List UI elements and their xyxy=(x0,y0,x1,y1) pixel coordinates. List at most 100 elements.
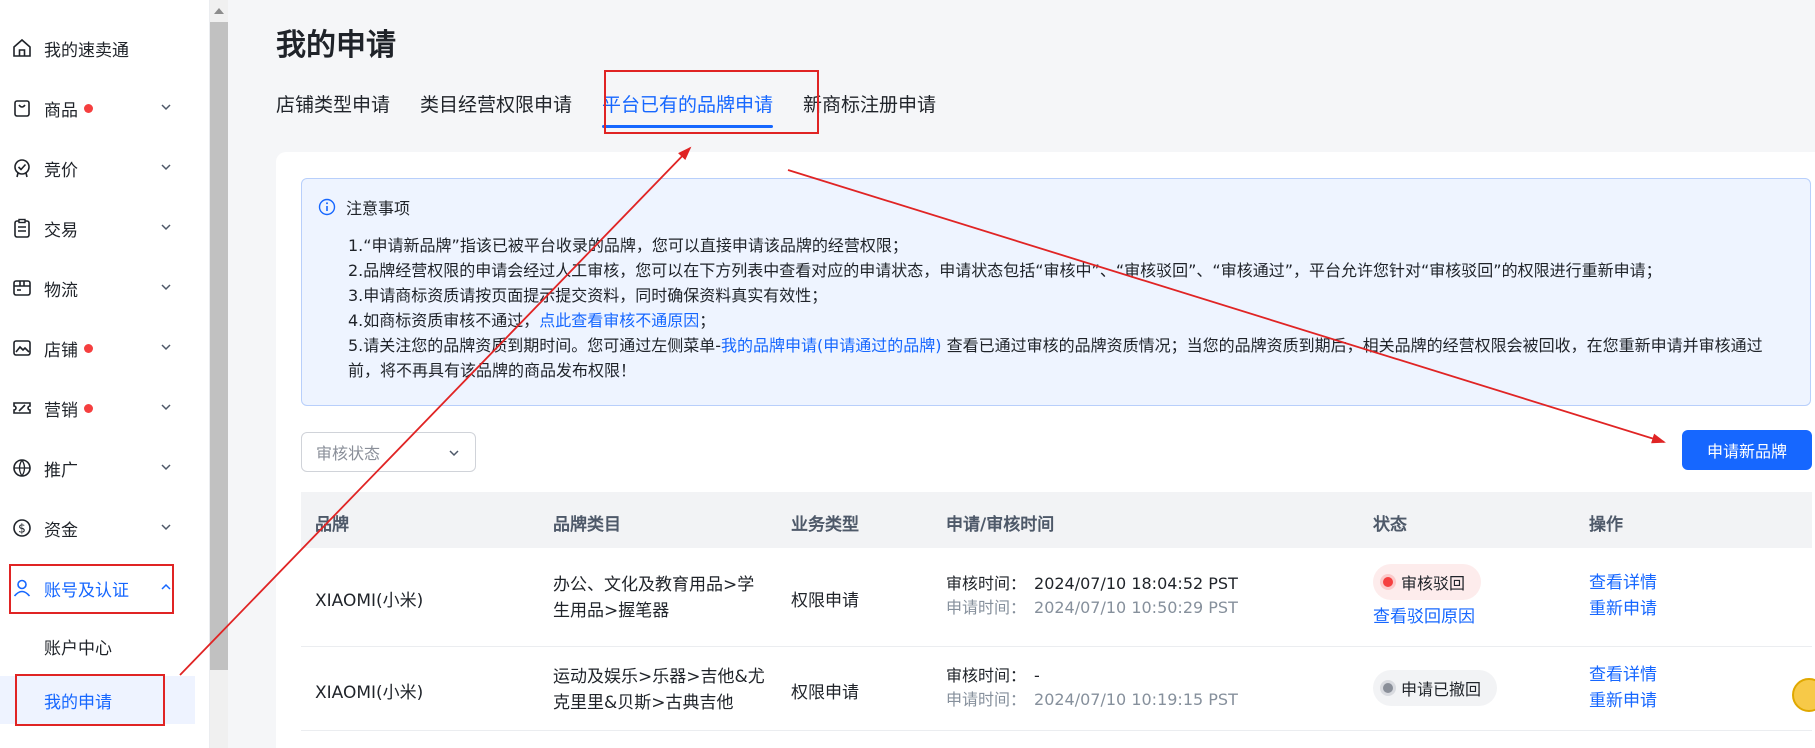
annotation-box-brand-tab xyxy=(604,70,819,134)
status-dot xyxy=(1383,683,1393,693)
globe-ad-icon xyxy=(12,458,32,478)
sidebar: 我的速卖通 商品 竞价 交易 物流 店铺 营销 推广 $ 资金 账号及认证 账户… xyxy=(0,0,210,748)
biz-type-cell: 权限申请 xyxy=(791,591,859,611)
chevron-down-icon xyxy=(161,464,171,471)
home-icon xyxy=(12,38,32,58)
notice-content: 1.“申请新品牌”指该已被平台收录的品牌，您可以直接申请该品牌的经营权限； 2.… xyxy=(348,233,1780,383)
tab-store-type[interactable]: 店铺类型申请 xyxy=(276,82,390,126)
notice-line-3: 3.申请商标资质请按页面提示提交资料，同时确保资料真实有效性； xyxy=(348,286,828,305)
nav-label: 营销 xyxy=(44,400,78,421)
review-time-value: 2024/07/10 18:04:52 PST xyxy=(1034,574,1238,593)
table-row: XIAOMI(小米) 办公、文化及教育用品>学 生用品>握笔器 权限申请 审核时… xyxy=(301,548,1812,647)
apply-time-line: 申请时间： 2024/07/10 10:50:29 PST xyxy=(946,596,1238,620)
scroll-up-arrow-icon[interactable] xyxy=(214,8,224,14)
tab-new-trademark[interactable]: 新商标注册申请 xyxy=(803,82,936,126)
biz-type-cell: 权限申请 xyxy=(791,683,859,703)
notification-dot xyxy=(84,403,93,413)
review-time-value: - xyxy=(1034,666,1040,685)
status-filter-select[interactable]: 审核状态 xyxy=(301,432,476,472)
chevron-down-icon xyxy=(161,224,171,231)
table-row: XIAOMI(小米) 运动及娱乐>乐器>吉他&尤 克里里&贝斯>古典吉他 权限申… xyxy=(301,648,1812,731)
nav-item-logistics[interactable]: 物流 xyxy=(0,262,195,314)
status-badge: 申请已撤回 xyxy=(1373,670,1498,706)
status-dot xyxy=(1383,577,1393,587)
svg-text:$: $ xyxy=(18,522,26,536)
reapply-link[interactable]: 重新申请 xyxy=(1589,596,1657,622)
chevron-down-icon xyxy=(161,524,171,531)
annotation-box-account xyxy=(9,564,174,614)
apply-time-value: 2024/07/10 10:50:29 PST xyxy=(1034,598,1238,617)
category-line: 办公、文化及教育用品>学 xyxy=(553,575,755,595)
chevron-down-icon xyxy=(161,164,171,171)
view-details-link[interactable]: 查看详情 xyxy=(1589,662,1657,688)
nav-item-funds[interactable]: $ 资金 xyxy=(0,502,195,554)
category-cell: 运动及娱乐>乐器>吉他&尤 克里里&贝斯>古典吉他 xyxy=(553,664,765,716)
brand-cell: XIAOMI(小米) xyxy=(315,591,424,611)
reapply-link[interactable]: 重新申请 xyxy=(1589,688,1657,714)
status-text: 申请已撤回 xyxy=(1401,680,1482,699)
notice-header: 注意事项 xyxy=(318,195,410,219)
sidebar-scrollbar[interactable] xyxy=(210,0,228,748)
notice-title: 注意事项 xyxy=(346,199,411,218)
nav-label: 店铺 xyxy=(44,340,78,361)
column-header-brand: 品牌 xyxy=(315,515,349,535)
table-header: 品牌 品牌类目 业务类型 申请/审核时间 状态 操作 xyxy=(301,492,1812,548)
category-cell: 办公、文化及教育用品>学 生用品>握笔器 xyxy=(553,572,754,624)
info-icon xyxy=(318,198,336,216)
nav-label: 商品 xyxy=(44,100,78,121)
nav-item-promotion[interactable]: 推广 xyxy=(0,442,195,494)
sub-item-account-center[interactable]: 账户中心 xyxy=(0,622,195,670)
apply-new-brand-button[interactable]: 申请新品牌 xyxy=(1682,430,1812,470)
scrollbar-thumb[interactable] xyxy=(210,22,228,670)
nav-label: 物流 xyxy=(44,280,78,301)
nav-item-marketing[interactable]: 营销 xyxy=(0,382,195,434)
page-title: 我的申请 xyxy=(276,28,396,63)
column-header-action: 操作 xyxy=(1589,515,1623,535)
dollar-icon: $ xyxy=(12,518,32,538)
time-cell: 审核时间： - 申请时间： 2024/07/10 10:19:15 PST xyxy=(946,664,1238,712)
view-details-link[interactable]: 查看详情 xyxy=(1589,570,1657,596)
status-filter-placeholder: 审核状态 xyxy=(316,444,381,463)
nav-item-bidding[interactable]: 竞价 xyxy=(0,142,195,194)
chevron-down-icon xyxy=(161,104,171,111)
apply-time-label: 申请时间： xyxy=(946,598,1027,617)
time-cell: 审核时间： 2024/07/10 18:04:52 PST 申请时间： 2024/0… xyxy=(946,572,1238,620)
nav-label: 我的速卖通 xyxy=(44,40,129,61)
category-line: 克里里&贝斯>古典吉他 xyxy=(553,693,734,713)
tab-category-permission[interactable]: 类目经营权限申请 xyxy=(420,82,572,126)
view-rejection-reason-link[interactable]: 查看驳回原因 xyxy=(1373,604,1481,630)
column-header-biz-type: 业务类型 xyxy=(791,515,859,535)
action-cell: 查看详情 重新申请 xyxy=(1589,662,1657,714)
column-header-time: 申请/审核时间 xyxy=(946,515,1055,535)
status-cell: 审核驳回 查看驳回原因 xyxy=(1373,564,1482,630)
notification-dot xyxy=(84,343,93,353)
column-header-category: 品牌类目 xyxy=(553,515,621,535)
category-line: 生用品>握笔器 xyxy=(553,601,670,621)
badge-check-icon xyxy=(12,158,32,178)
review-time-label: 审核时间： xyxy=(946,666,1027,685)
my-brand-applications-link[interactable]: 我的品牌申请(申请通过的品牌) xyxy=(721,336,942,355)
nav-item-trade[interactable]: 交易 xyxy=(0,202,195,254)
status-cell: 申请已撤回 xyxy=(1373,670,1498,706)
action-cell: 查看详情 重新申请 xyxy=(1589,570,1657,622)
clipboard-icon xyxy=(12,218,32,238)
annotation-box-my-applications xyxy=(15,674,165,726)
category-line: 运动及娱乐>乐器>吉他&尤 xyxy=(553,667,765,687)
nav-label: 推广 xyxy=(44,460,78,481)
nav-item-store[interactable]: 店铺 xyxy=(0,322,195,374)
chevron-down-icon xyxy=(449,450,459,457)
notification-dot xyxy=(84,103,93,113)
notice-line-1: 1.“申请新品牌”指该已被平台收录的品牌，您可以直接申请该品牌的经营权限； xyxy=(348,236,908,255)
nav-item-products[interactable]: 商品 xyxy=(0,82,195,134)
status-badge: 审核驳回 xyxy=(1373,564,1482,600)
review-time-line: 审核时间： 2024/07/10 18:04:52 PST xyxy=(946,572,1238,596)
review-time-line: 审核时间： - xyxy=(946,664,1238,688)
column-header-status: 状态 xyxy=(1373,515,1407,535)
review-time-label: 审核时间： xyxy=(946,574,1027,593)
truck-icon xyxy=(12,278,32,298)
nav-label: 竞价 xyxy=(44,160,78,181)
view-rejection-reason-link[interactable]: 点此查看审核不通原因 xyxy=(539,311,699,330)
apply-time-label: 申请时间： xyxy=(946,690,1027,709)
nav-item-home[interactable]: 我的速卖通 xyxy=(0,22,195,74)
sub-item-label: 账户中心 xyxy=(44,638,112,659)
